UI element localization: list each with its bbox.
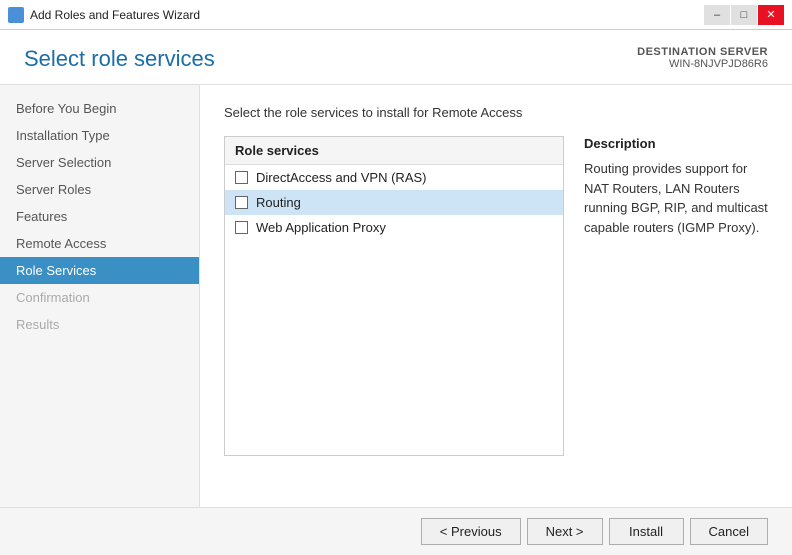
window-title: Add Roles and Features Wizard bbox=[30, 8, 200, 22]
description-panel: Description Routing provides support for… bbox=[584, 136, 768, 456]
server-name: WIN-8NJVPJD86R6 bbox=[637, 58, 768, 70]
wizard-nav: Before You Begin Installation Type Serve… bbox=[0, 85, 200, 507]
title-bar: Add Roles and Features Wizard – □ ✕ bbox=[0, 0, 792, 30]
wizard: Select role services DESTINATION SERVER … bbox=[0, 30, 792, 555]
wizard-icon bbox=[8, 7, 24, 23]
role-services-panel: Role services DirectAccess and VPN (RAS)… bbox=[224, 136, 564, 456]
nav-item-server-roles[interactable]: Server Roles bbox=[0, 176, 199, 203]
role-service-routing[interactable]: Routing bbox=[225, 190, 563, 215]
nav-item-before-you-begin[interactable]: Before You Begin bbox=[0, 95, 199, 122]
label-directaccess: DirectAccess and VPN (RAS) bbox=[256, 170, 427, 185]
nav-item-installation-type[interactable]: Installation Type bbox=[0, 122, 199, 149]
page-title: Select role services bbox=[24, 46, 215, 72]
checkbox-routing[interactable] bbox=[235, 196, 248, 209]
label-web-app-proxy: Web Application Proxy bbox=[256, 220, 386, 235]
role-service-web-app-proxy[interactable]: Web Application Proxy bbox=[225, 215, 563, 240]
install-button[interactable]: Install bbox=[609, 518, 684, 545]
nav-item-role-services[interactable]: Role Services bbox=[0, 257, 199, 284]
cancel-button[interactable]: Cancel bbox=[690, 518, 768, 545]
description-title: Description bbox=[584, 136, 768, 151]
nav-item-confirmation: Confirmation bbox=[0, 284, 199, 311]
destination-label: DESTINATION SERVER bbox=[637, 46, 768, 58]
maximize-button[interactable]: □ bbox=[731, 5, 757, 25]
nav-item-remote-access[interactable]: Remote Access bbox=[0, 230, 199, 257]
wizard-footer: < Previous Next > Install Cancel bbox=[0, 507, 792, 555]
nav-item-results: Results bbox=[0, 311, 199, 338]
content-columns: Role services DirectAccess and VPN (RAS)… bbox=[224, 136, 768, 456]
destination-server-info: DESTINATION SERVER WIN-8NJVPJD86R6 bbox=[637, 46, 768, 70]
checkbox-directaccess[interactable] bbox=[235, 171, 248, 184]
title-bar-left: Add Roles and Features Wizard bbox=[8, 7, 200, 23]
content-instruction: Select the role services to install for … bbox=[224, 105, 768, 120]
minimize-button[interactable]: – bbox=[704, 5, 730, 25]
previous-button[interactable]: < Previous bbox=[421, 518, 521, 545]
role-service-directaccess[interactable]: DirectAccess and VPN (RAS) bbox=[225, 165, 563, 190]
wizard-content: Select the role services to install for … bbox=[200, 85, 792, 507]
nav-item-server-selection[interactable]: Server Selection bbox=[0, 149, 199, 176]
title-bar-controls: – □ ✕ bbox=[704, 5, 784, 25]
wizard-body: Before You Begin Installation Type Serve… bbox=[0, 85, 792, 507]
role-services-header: Role services bbox=[225, 137, 563, 165]
checkbox-web-app-proxy[interactable] bbox=[235, 221, 248, 234]
description-text: Routing provides support for NAT Routers… bbox=[584, 159, 768, 237]
close-button[interactable]: ✕ bbox=[758, 5, 784, 25]
wizard-header: Select role services DESTINATION SERVER … bbox=[0, 30, 792, 85]
nav-item-features[interactable]: Features bbox=[0, 203, 199, 230]
label-routing: Routing bbox=[256, 195, 301, 210]
next-button[interactable]: Next > bbox=[527, 518, 603, 545]
